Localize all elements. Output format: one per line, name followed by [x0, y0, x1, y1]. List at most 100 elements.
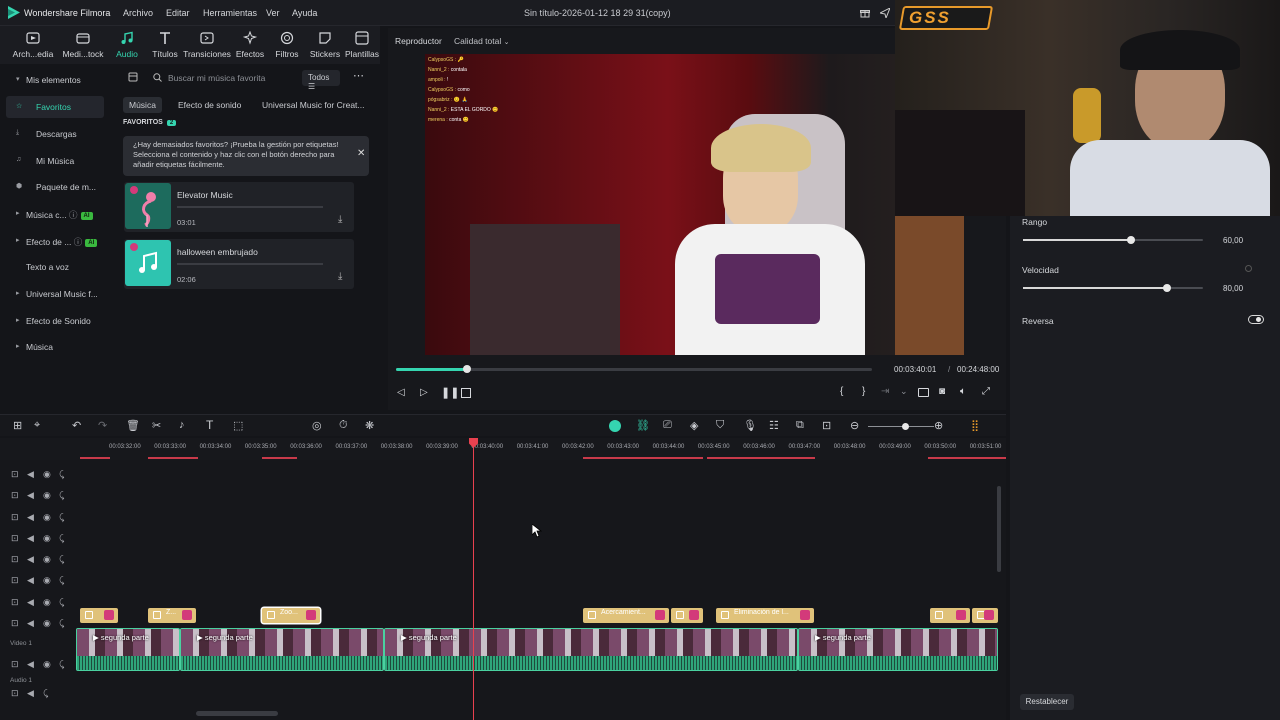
- eye-icon[interactable]: ◉: [43, 659, 51, 670]
- link-icon[interactable]: ⤹: [59, 575, 64, 586]
- play-icon[interactable]: ▷: [420, 387, 428, 398]
- pause-icon[interactable]: ❚❚: [441, 386, 459, 399]
- menu-archivo[interactable]: Archivo: [123, 8, 153, 18]
- list-icon[interactable]: ☷: [769, 419, 779, 432]
- speed-value-field[interactable]: 80,00: [1217, 281, 1267, 295]
- zoom-slider-handle[interactable]: [902, 423, 909, 430]
- download-icon[interactable]: ⤓: [338, 271, 342, 282]
- monitor-icon[interactable]: [918, 388, 929, 397]
- mute-icon[interactable]: ◀: [27, 659, 34, 670]
- eye-icon[interactable]: ◉: [43, 469, 51, 480]
- link-icon[interactable]: ⤹: [59, 533, 64, 544]
- effect-clip[interactable]: Z...: [148, 608, 196, 623]
- favorite-heart-icon[interactable]: [130, 243, 138, 251]
- video-clip[interactable]: ▶ segunda parte: [76, 628, 180, 671]
- tab-templates[interactable]: Plantillas: [337, 26, 387, 64]
- redo-icon[interactable]: ↷: [98, 419, 107, 432]
- mute-icon[interactable]: ◀: [27, 575, 34, 586]
- close-icon[interactable]: ✕: [357, 149, 365, 159]
- lock-icon[interactable]: ⊡: [11, 512, 19, 523]
- eye-icon[interactable]: ◉: [43, 512, 51, 523]
- mute-icon[interactable]: ◀: [27, 512, 34, 523]
- music-track-item[interactable]: halloween embrujado 02:06 ⤓: [124, 239, 354, 289]
- effect-clip[interactable]: [972, 608, 998, 623]
- mute-icon[interactable]: ◀: [27, 554, 34, 565]
- crop-icon[interactable]: ⬚: [233, 419, 243, 432]
- gift-icon[interactable]: [860, 8, 870, 18]
- link-icon[interactable]: ⤹: [59, 659, 64, 670]
- send-icon[interactable]: [880, 8, 890, 18]
- sidebar-item-universal-music[interactable]: ▸ Universal Music f...: [6, 283, 104, 305]
- mute-icon[interactable]: ◀: [27, 597, 34, 608]
- lock-icon[interactable]: ⊡: [11, 659, 19, 670]
- link-icon[interactable]: ⤹: [59, 512, 64, 523]
- sidebar-item-favoritos[interactable]: ☆ Favoritos: [6, 96, 104, 118]
- marker-icon[interactable]: ⇥: [881, 386, 889, 397]
- link-icon[interactable]: ⤹: [59, 618, 64, 629]
- audio-adjust-icon[interactable]: ♪: [179, 419, 185, 431]
- menu-ver[interactable]: Ver: [266, 8, 280, 18]
- speed-icon[interactable]: ◎: [312, 419, 322, 432]
- horizontal-scrollbar[interactable]: [196, 711, 278, 716]
- sidebar-item-efecto-sonido[interactable]: ▸ Efecto de Sonido: [6, 310, 104, 332]
- speed-slider-handle[interactable]: [1163, 284, 1171, 292]
- music-track-item[interactable]: Elevator Music 03:01 ⤓: [124, 182, 354, 232]
- sidebar-item-musica-ai[interactable]: ▸ Música c... ⓘ AI: [6, 203, 104, 225]
- select-tool-icon[interactable]: ⌖: [34, 419, 40, 432]
- category-universal[interactable]: Universal Music for Creat...: [256, 97, 371, 113]
- menu-editar[interactable]: Editar: [166, 8, 190, 18]
- lock-icon[interactable]: ⊡: [11, 618, 19, 629]
- microphone-icon[interactable]: 🎙︎: [743, 419, 757, 432]
- link-icon[interactable]: ⤹: [59, 490, 64, 501]
- tab-media[interactable]: Arch...edia: [8, 26, 58, 64]
- tab-stock[interactable]: Medi...tock: [58, 26, 108, 64]
- timer-icon[interactable]: ⏱︎: [339, 419, 348, 432]
- effect-clip[interactable]: [930, 608, 970, 623]
- video-clip[interactable]: ▶ segunda parte: [180, 628, 384, 671]
- folder-icon[interactable]: [128, 72, 138, 82]
- music-search-input[interactable]: Buscar mi música favorita: [168, 73, 318, 89]
- category-musica[interactable]: Música: [123, 97, 162, 113]
- split-icon[interactable]: ✂︎: [152, 419, 161, 432]
- pip-icon[interactable]: ⧉: [796, 419, 804, 432]
- lock-icon[interactable]: ⊡: [11, 533, 19, 544]
- effect-clip[interactable]: [80, 608, 118, 623]
- mute-icon[interactable]: ◀: [27, 688, 34, 699]
- magnet-snap-icon[interactable]: [609, 420, 621, 432]
- timeline-ruler[interactable]: 00:03:32:00 00:03:33:00 00:03:34:00 00:03:3…: [0, 438, 1006, 460]
- reset-button[interactable]: Restablecer: [1020, 694, 1074, 710]
- effect-clip[interactable]: [671, 608, 703, 623]
- mute-icon[interactable]: ◀: [27, 490, 34, 501]
- mute-icon[interactable]: ◀: [27, 533, 34, 544]
- link-icon[interactable]: ⛓︎: [636, 419, 650, 432]
- sidebar-item-mis-elementos[interactable]: ▾ Mis elementos: [6, 69, 104, 91]
- text-tool-icon[interactable]: T: [206, 418, 213, 432]
- eye-icon[interactable]: ◉: [43, 554, 51, 565]
- playhead[interactable]: [473, 438, 474, 720]
- snapshot-icon[interactable]: ◙: [939, 386, 945, 397]
- mark-out-icon[interactable]: }: [862, 386, 865, 397]
- lock-icon[interactable]: ⊡: [11, 469, 19, 480]
- video-clip[interactable]: ▶ segunda parte: [384, 628, 798, 671]
- beat-icon[interactable]: ◈: [690, 419, 698, 432]
- range-value-field[interactable]: 60,00: [1217, 233, 1267, 247]
- filter-dropdown[interactable]: Todos ☰: [302, 70, 340, 91]
- more-icon[interactable]: ⋯: [353, 69, 364, 82]
- range-slider-handle[interactable]: [1127, 236, 1135, 244]
- lock-icon[interactable]: ⊡: [11, 597, 19, 608]
- eye-icon[interactable]: ◉: [43, 597, 51, 608]
- keyframe-icon[interactable]: [1245, 265, 1252, 272]
- reverse-toggle[interactable]: [1248, 315, 1264, 324]
- effect-clip[interactable]: Acercamient...: [583, 608, 669, 623]
- playback-scrubber-handle[interactable]: [463, 365, 471, 373]
- fit-icon[interactable]: ⊡: [822, 419, 831, 432]
- effect-clip[interactable]: Eliminación de l...: [716, 608, 814, 623]
- stop-icon[interactable]: [461, 388, 471, 398]
- effect-clip[interactable]: Zoo...: [262, 608, 320, 623]
- menu-ayuda[interactable]: Ayuda: [292, 8, 317, 18]
- sidebar-item-paquete[interactable]: ⬢ Paquete de m...: [6, 176, 104, 198]
- sidebar-item-efecto-ai[interactable]: ▸ Efecto de ... ⓘ AI: [6, 230, 104, 252]
- fullscreen-icon[interactable]: ⤢: [982, 386, 990, 397]
- mute-icon[interactable]: ◀: [27, 469, 34, 480]
- vertical-scrollbar[interactable]: [997, 486, 1001, 572]
